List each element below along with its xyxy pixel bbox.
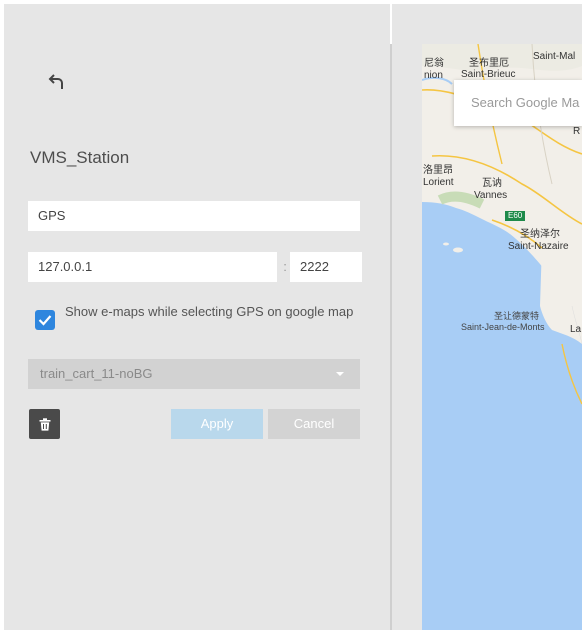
map-label-frag1: 尼翁 — [424, 58, 444, 69]
port-separator: : — [283, 259, 287, 274]
apply-button[interactable]: Apply — [171, 409, 263, 439]
map-land — [422, 44, 582, 405]
google-map[interactable] — [422, 44, 582, 630]
map-label-city6-cjk: 圣让德蒙特 — [494, 311, 540, 321]
map-label-city2: Saint-Mal — [533, 51, 576, 62]
emap-select[interactable]: train_cart_11-noBG — [28, 359, 360, 389]
panel-divider — [390, 44, 392, 630]
map-label-city6: Saint-Jean-de-Monts — [461, 322, 545, 332]
dropdown-arrow-icon — [336, 372, 344, 376]
map-label-city3-cjk: 洛里昂 — [423, 165, 453, 176]
emap-select-value: train_cart_11-noBG — [40, 366, 153, 381]
ip-address-field[interactable]: 127.0.0.1 — [28, 252, 277, 282]
map-label-city4: Vannes — [474, 190, 508, 201]
checkmark-icon — [38, 315, 52, 326]
map-label-city1-cjk: 圣布里厄 — [469, 58, 509, 69]
map-label-frag3: R — [573, 126, 581, 137]
map-label-city5: Saint-Nazaire — [508, 241, 569, 252]
name-field[interactable]: GPS — [28, 201, 360, 231]
delete-button[interactable] — [29, 409, 60, 439]
emap-checkbox-label: Show e-maps while selecting GPS on googl… — [65, 304, 354, 319]
back-arrow-icon — [48, 74, 63, 89]
map-label-city1: Saint-Brieuc — [461, 69, 516, 80]
emap-checkbox[interactable] — [35, 310, 55, 330]
road-badge-e60: E60 — [505, 211, 526, 221]
map-label-city5-cjk: 圣纳泽尔 — [520, 229, 560, 240]
map-label-city3: Lorient — [423, 177, 454, 188]
map-label-frag4: La — [570, 324, 582, 335]
map-label-frag2: nion — [424, 70, 443, 81]
map-label-city4-cjk: 瓦讷 — [482, 178, 502, 189]
station-title: VMS_Station — [30, 148, 130, 167]
port-field[interactable]: 2222 — [290, 252, 362, 282]
map-search-input[interactable]: Search Google Ma — [454, 80, 582, 126]
trash-icon — [39, 417, 50, 431]
back-button[interactable] — [42, 68, 70, 96]
cancel-button[interactable]: Cancel — [268, 409, 360, 439]
